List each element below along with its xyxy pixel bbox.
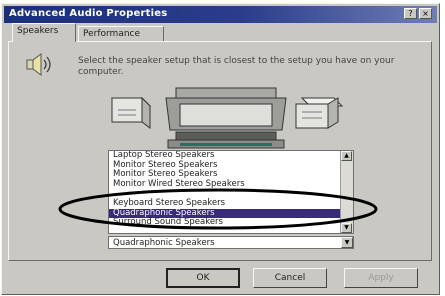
help-button[interactable]: ? — [404, 8, 417, 19]
ok-button[interactable]: OK — [166, 268, 240, 288]
close-icon: × — [422, 9, 429, 18]
apply-button[interactable]: Apply — [344, 268, 418, 288]
tab-performance[interactable]: Performance — [78, 26, 164, 42]
tab-speakers[interactable]: Speakers — [12, 23, 76, 42]
window-title: Advanced Audio Properties — [9, 8, 168, 19]
speakers-tab-panel — [8, 41, 432, 261]
title-bar[interactable]: Advanced Audio Properties ? × — [4, 6, 437, 23]
cancel-button[interactable]: Cancel — [253, 268, 327, 288]
help-icon: ? — [408, 9, 413, 18]
close-button[interactable]: × — [419, 8, 432, 19]
